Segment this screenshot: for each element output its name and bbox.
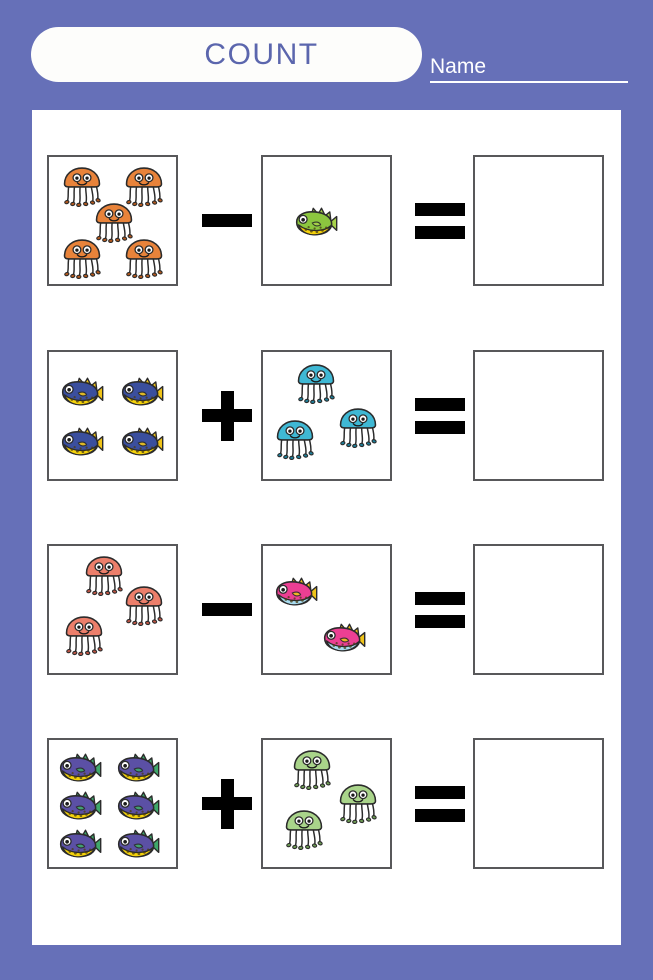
page-title: COUNT	[204, 37, 319, 71]
problem-rows	[32, 110, 621, 945]
answer-box[interactable]	[473, 155, 604, 286]
answer-box[interactable]	[473, 544, 604, 675]
name-label: Name	[430, 55, 487, 78]
jellyfish-icon	[121, 582, 167, 628]
fish-icon	[115, 822, 161, 867]
fish-icon	[59, 420, 105, 466]
jellyfish-icon	[281, 806, 327, 852]
equals-bar-bottom	[415, 420, 465, 434]
plus-operator-icon	[197, 350, 257, 481]
picture-box-fishs	[261, 155, 392, 286]
picture-box-jellyfishs	[261, 350, 392, 481]
title-pill: COUNT	[31, 27, 422, 82]
equals-bar-bottom	[415, 808, 465, 822]
operator-glyph	[202, 603, 252, 616]
jellyfish-icon	[289, 746, 335, 792]
problem-row	[32, 738, 621, 871]
plus-operator-icon	[197, 738, 257, 869]
jellyfish-icon	[59, 235, 105, 281]
fish-icon	[273, 570, 319, 616]
equals-operator-icon	[410, 155, 470, 286]
equals-operator-icon	[410, 350, 470, 481]
answer-box[interactable]	[473, 738, 604, 869]
picture-box-jellyfishs	[47, 544, 178, 675]
minus-operator-icon	[197, 155, 257, 286]
equals-bar-top	[415, 785, 465, 799]
answer-box[interactable]	[473, 350, 604, 481]
picture-box-fishs	[47, 738, 178, 869]
problem-row	[32, 350, 621, 483]
fish-icon	[321, 616, 367, 662]
problem-row	[32, 155, 621, 288]
jellyfish-icon	[121, 235, 167, 281]
equals-bar-top	[415, 202, 465, 216]
picture-box-jellyfishs	[47, 155, 178, 286]
fish-icon	[119, 370, 165, 416]
operator-glyph	[202, 778, 252, 829]
jellyfish-icon	[335, 780, 381, 826]
equals-bar-top	[415, 397, 465, 411]
name-field[interactable]: Name	[430, 55, 628, 79]
equals-bar-bottom	[415, 614, 465, 628]
picture-box-fishs	[47, 350, 178, 481]
jellyfish-icon	[61, 612, 107, 658]
worksheet-header: COUNT Name	[0, 0, 653, 110]
equals-operator-icon	[410, 544, 470, 675]
equals-bar-bottom	[415, 225, 465, 239]
operator-glyph	[202, 214, 252, 227]
equals-bar-top	[415, 591, 465, 605]
equals-operator-icon	[410, 738, 470, 869]
operator-glyph	[202, 390, 252, 441]
fish-icon	[59, 370, 105, 416]
jellyfish-icon	[293, 360, 339, 406]
jellyfish-icon	[272, 416, 318, 462]
fish-icon	[293, 200, 339, 246]
jellyfish-icon	[335, 404, 381, 450]
picture-box-jellyfishs	[261, 738, 392, 869]
problem-row	[32, 544, 621, 677]
worksheet-sheet	[32, 110, 621, 945]
name-underline	[430, 81, 628, 83]
minus-operator-icon	[197, 544, 257, 675]
fish-icon	[119, 420, 165, 466]
fish-icon	[57, 822, 103, 867]
picture-box-fishs	[261, 544, 392, 675]
